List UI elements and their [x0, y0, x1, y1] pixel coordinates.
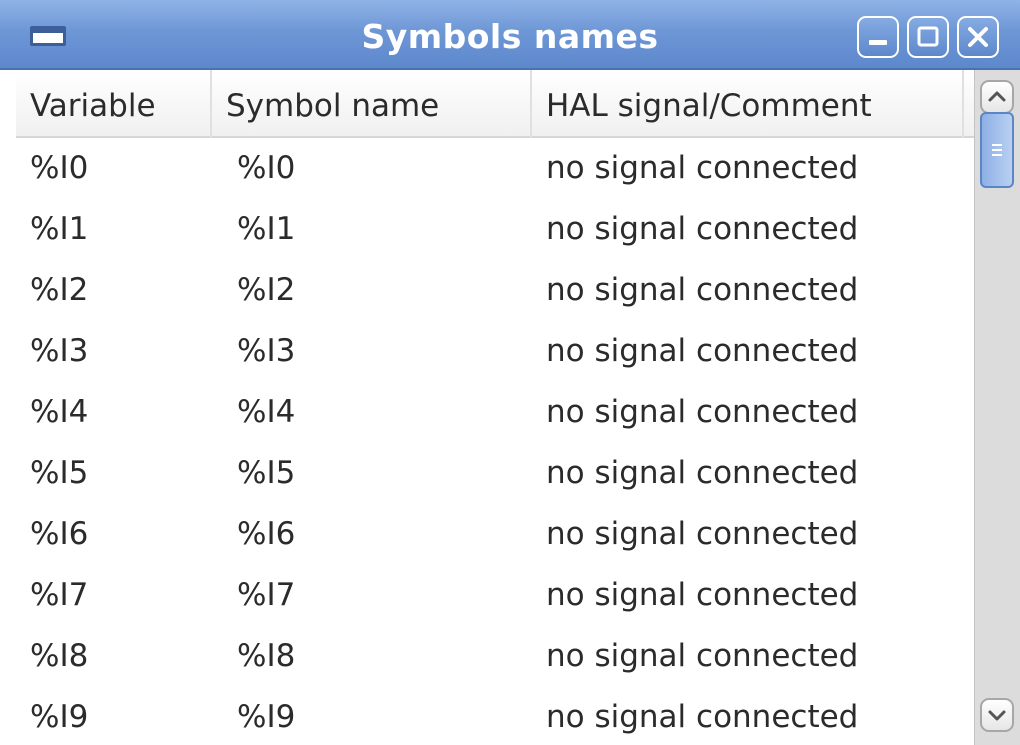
- chevron-down-icon: [988, 710, 1006, 721]
- cell-symbol-name[interactable]: %I0: [223, 138, 543, 199]
- table-row[interactable]: %I6 %I6 no signal connected: [16, 504, 974, 565]
- cell-variable: %I1: [30, 211, 89, 247]
- cell-symbol-name[interactable]: %I2: [223, 260, 543, 321]
- cell-symbol-name[interactable]: %I7: [223, 565, 543, 626]
- cell-hal-signal[interactable]: no signal connected: [532, 687, 972, 745]
- table-row[interactable]: %I8 %I8 no signal connected: [16, 626, 974, 687]
- cell-symbol-name[interactable]: %I8: [223, 626, 543, 687]
- maximize-icon: [917, 26, 939, 47]
- grip-icon: [992, 144, 1002, 156]
- column-header-hal-signal[interactable]: HAL signal/Comment: [532, 70, 964, 138]
- cell-symbol-name[interactable]: %I6: [223, 504, 543, 565]
- cell-variable: %I9: [30, 699, 89, 735]
- cell-hal-signal[interactable]: no signal connected: [532, 626, 972, 687]
- close-icon: [968, 27, 988, 47]
- cell-variable: %I2: [30, 272, 89, 308]
- column-header-symbol-name[interactable]: Symbol name: [212, 70, 532, 138]
- cell-symbol-name[interactable]: %I5: [223, 443, 543, 504]
- close-button[interactable]: [957, 16, 999, 58]
- table-row[interactable]: %I3 %I3 no signal connected: [16, 321, 974, 382]
- table-row[interactable]: %I4 %I4 no signal connected: [16, 382, 974, 443]
- maximize-button[interactable]: [907, 16, 949, 58]
- cell-hal-signal[interactable]: no signal connected: [532, 321, 972, 382]
- cell-variable: %I3: [30, 333, 89, 369]
- cell-variable: %I8: [30, 638, 89, 674]
- cell-variable: %I6: [30, 516, 89, 552]
- table-row[interactable]: %I7 %I7 no signal connected: [16, 565, 974, 626]
- cell-hal-signal[interactable]: no signal connected: [532, 504, 972, 565]
- cell-symbol-name[interactable]: %I1: [223, 199, 543, 260]
- scroll-up-button[interactable]: [980, 80, 1014, 114]
- symbols-table: Variable Symbol name HAL signal/Comment …: [16, 70, 974, 745]
- table-row[interactable]: %I2 %I2 no signal connected: [16, 260, 974, 321]
- cell-hal-signal[interactable]: no signal connected: [532, 443, 972, 504]
- chevron-up-icon: [988, 91, 1006, 102]
- vertical-scrollbar[interactable]: [974, 70, 1020, 745]
- cell-variable: %I5: [30, 455, 89, 491]
- cell-variable: %I7: [30, 577, 89, 613]
- minimize-button[interactable]: [857, 16, 899, 58]
- table-row[interactable]: %I9 %I9 no signal connected: [16, 687, 974, 745]
- cell-symbol-name[interactable]: %I3: [223, 321, 543, 382]
- cell-hal-signal[interactable]: no signal connected: [532, 382, 972, 443]
- column-header-variable[interactable]: Variable: [16, 70, 212, 138]
- symbols-names-window: Symbols names Variable Symbol name HAL s…: [0, 0, 1020, 745]
- cell-hal-signal[interactable]: no signal connected: [532, 138, 972, 199]
- scroll-down-button[interactable]: [980, 698, 1014, 732]
- table-row[interactable]: %I1 %I1 no signal connected: [16, 199, 974, 260]
- table-header: Variable Symbol name HAL signal/Comment: [16, 70, 974, 138]
- cell-hal-signal[interactable]: no signal connected: [532, 199, 972, 260]
- cell-symbol-name[interactable]: %I9: [223, 687, 543, 745]
- scroll-thumb[interactable]: [980, 112, 1014, 188]
- cell-symbol-name[interactable]: %I4: [223, 382, 543, 443]
- title-bar[interactable]: Symbols names: [0, 0, 1020, 70]
- cell-variable: %I4: [30, 394, 89, 430]
- cell-hal-signal[interactable]: no signal connected: [532, 260, 972, 321]
- cell-variable: %I0: [30, 150, 89, 186]
- cell-hal-signal[interactable]: no signal connected: [532, 565, 972, 626]
- table-row[interactable]: %I5 %I5 no signal connected: [16, 443, 974, 504]
- minimize-icon: [869, 40, 887, 45]
- table-row[interactable]: %I0 %I0 no signal connected: [16, 138, 974, 199]
